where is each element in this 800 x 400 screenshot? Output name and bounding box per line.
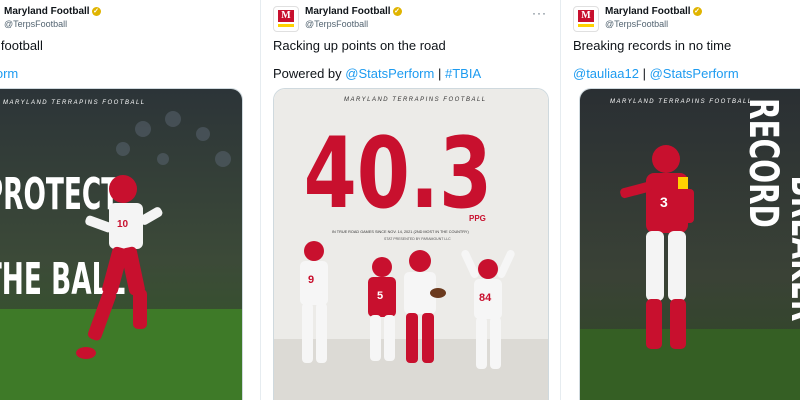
verified-icon: ✓	[692, 6, 702, 16]
svg-text:9: 9	[308, 274, 314, 286]
svg-text:10: 10	[117, 219, 129, 230]
tweet-links: @tauliaa12 | @StatsPerform	[573, 66, 739, 81]
tweet-text: Racking up points on the road	[273, 38, 446, 53]
poster-headline-1: PROTECT	[0, 168, 119, 220]
poster-heading: MARYLAND TERRAPINS FOOTBALL	[344, 97, 487, 103]
more-icon[interactable]: ···	[532, 6, 547, 20]
link-statsperform[interactable]: Perform	[0, 66, 18, 81]
big-stat: 40.3	[304, 116, 493, 231]
link-tbia[interactable]: #TBIA	[445, 66, 481, 81]
tweet-image[interactable]: MARYLAND TERRAPINS FOOTBALL PROTECT THE …	[0, 88, 243, 400]
author-name[interactable]: Maryland Football ✓	[4, 6, 101, 17]
svg-text:3: 3	[660, 194, 668, 210]
tweet-header: M Maryland Football✓ @TerpsFootball	[573, 6, 800, 36]
tweet-links: Powered by @StatsPerform | #TBIA	[273, 66, 481, 81]
author-handle[interactable]: @TerpsFootball	[4, 19, 67, 29]
separator: |	[642, 66, 646, 81]
avatar[interactable]: M	[573, 6, 599, 32]
tweet-image[interactable]: MARYLAND TERRAPINS FOOTBALL RECORD BREAK…	[579, 88, 800, 400]
author-handle[interactable]: @TerpsFootball	[305, 19, 368, 29]
tweet-header: M Maryland Football ✓ @TerpsFootball ···	[273, 6, 553, 36]
svg-text:84: 84	[479, 292, 492, 304]
tweet-header: M Maryland Football✓ @TerpsFootball	[0, 6, 247, 36]
stat-caption-sub: STAT PRESENTED BY PARAMOUNT LLC	[384, 237, 451, 241]
link-statsperform[interactable]: @StatsPerform	[650, 66, 739, 81]
powered-label: Powered by	[273, 66, 342, 81]
tweet-text: Breaking records in no time	[573, 38, 732, 53]
verified-icon: ✓	[392, 6, 402, 16]
author-handle[interactable]: @TerpsFootball	[605, 19, 668, 29]
tweet-image[interactable]: MARYLAND TERRAPINS FOOTBALL 40.3 PPG IN …	[273, 88, 549, 400]
tweet-card-3[interactable]: M Maryland Football ✓ @TerpsFootball Brea…	[560, 0, 800, 400]
author-name[interactable]: Maryland Football ✓	[305, 6, 402, 17]
poster-headline-1: RECORD	[740, 98, 786, 228]
tweet-card-2[interactable]: M Maryland Football ✓ @TerpsFootball ··· …	[260, 0, 561, 400]
poster-heading: MARYLAND TERRAPINS FOOTBALL	[610, 99, 753, 105]
tweet-text: t the football	[0, 38, 43, 53]
poster-heading: MARYLAND TERRAPINS FOOTBALL	[3, 100, 146, 106]
svg-text:5: 5	[377, 290, 383, 302]
tweet-card-1[interactable]: M Maryland Football✓ @TerpsFootball t th…	[0, 0, 255, 400]
stat-unit: PPG	[469, 214, 486, 223]
link-statsperform[interactable]: @StatsPerform	[345, 66, 434, 81]
verified-icon: ✓	[91, 6, 101, 16]
poster-headline-2: BREAKER	[782, 175, 800, 321]
author-name[interactable]: Maryland Football ✓	[605, 6, 702, 17]
stat-caption: IN TRUE ROAD GAMES SINCE NOV. 14, 2021 (…	[332, 230, 469, 234]
tweet-links: Perform	[0, 66, 18, 81]
avatar[interactable]: M	[273, 6, 299, 32]
separator: |	[437, 66, 442, 81]
link-tauliaa12[interactable]: @tauliaa12	[573, 66, 639, 81]
